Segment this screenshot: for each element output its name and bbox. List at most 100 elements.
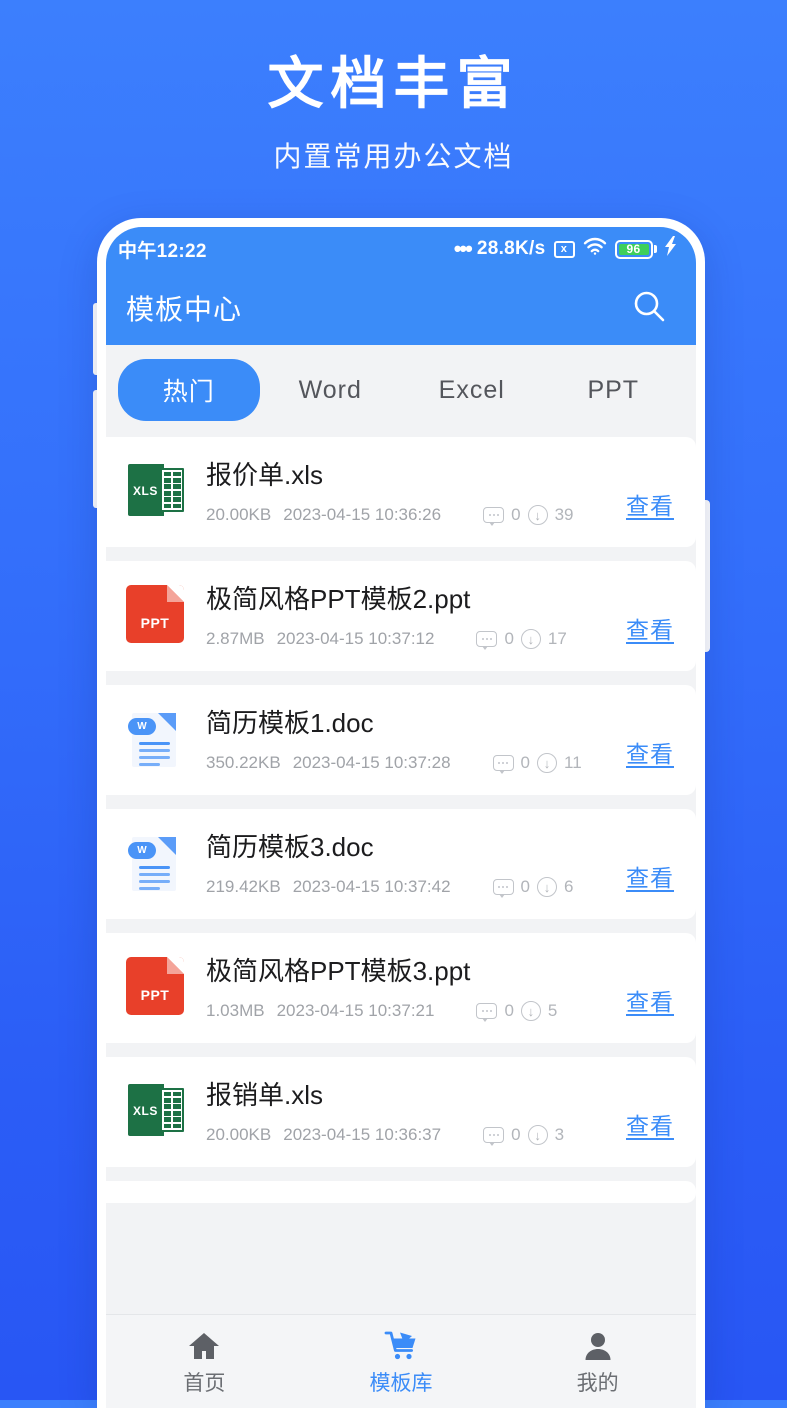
file-info: 简历模板3.doc 219.42KB 2023-04-15 10:37:42 0 … — [206, 831, 592, 898]
download-count: 5 — [547, 1001, 558, 1020]
tab-hot[interactable]: 热门 — [118, 359, 260, 421]
download-icon: ↓ — [527, 1125, 548, 1145]
comment-icon — [483, 1127, 505, 1146]
file-meta: 20.00KB 2023-04-15 10:36:26 0 ↓ 39 — [206, 505, 592, 526]
download-count: 39 — [554, 505, 574, 524]
doc-icon: W — [126, 709, 184, 769]
download-icon: ↓ — [520, 1001, 541, 1021]
comment-icon — [476, 1003, 498, 1022]
doc-icon: W — [126, 833, 184, 893]
file-name: 极简风格PPT模板2.ppt — [206, 584, 471, 614]
doc-icon-label: W — [128, 718, 156, 735]
tab-ppt[interactable]: PPT — [543, 363, 685, 418]
comment-count: 0 — [520, 753, 531, 772]
tab-word[interactable]: Word — [260, 363, 402, 418]
ppt-icon: PPT — [126, 585, 184, 643]
file-name: 极简风格PPT模板3.ppt — [206, 956, 471, 986]
status-bar: 中午12:22 ••• 28.8K/s x 96 — [106, 227, 696, 271]
app-bar-title: 模板中心 — [126, 294, 243, 325]
table-row-partial[interactable] — [106, 1181, 696, 1203]
promo-header: 文档丰富 内置常用办公文档 — [0, 0, 787, 174]
network-speed: 28.8K/s — [476, 238, 546, 259]
nav-item-home[interactable]: 首页 — [106, 1327, 303, 1397]
file-date: 2023-04-15 10:37:12 — [276, 629, 435, 648]
home-icon — [106, 1327, 303, 1365]
nav-item-template-library[interactable]: 模板库 — [303, 1327, 500, 1397]
file-size: 2.87MB — [206, 629, 265, 648]
file-type-icon: XLS — [126, 461, 188, 523]
table-row[interactable]: PPT 极简风格PPT模板2.ppt 2.87MB 2023-04-15 10:3… — [106, 561, 696, 671]
file-type-icon: W — [126, 833, 188, 895]
nav-item-profile[interactable]: 我的 — [499, 1327, 696, 1397]
person-icon — [499, 1327, 696, 1365]
status-bar-time: 中午12:22 — [118, 240, 207, 262]
file-stats: 0 ↓ 5 — [476, 1001, 558, 1022]
view-button[interactable]: 查看 — [626, 487, 674, 525]
nav-label-home: 首页 — [183, 1371, 226, 1395]
comment-count: 0 — [504, 629, 514, 648]
file-size: 20.00KB — [206, 505, 272, 524]
page-title: 文档丰富 — [267, 52, 520, 115]
view-button[interactable]: 查看 — [626, 859, 674, 897]
phone-mockup: 中午12:22 ••• 28.8K/s x 96 模板中心 热门 Word Ex… — [93, 218, 710, 1408]
file-type-icon: W — [126, 709, 188, 771]
phone-frame: 中午12:22 ••• 28.8K/s x 96 模板中心 热门 Word Ex… — [97, 218, 705, 1408]
file-stats: 0 ↓ 39 — [483, 505, 574, 526]
file-stats: 0 ↓ 6 — [492, 877, 574, 898]
network-dots: ••• — [453, 236, 473, 261]
view-button[interactable]: 查看 — [626, 611, 674, 649]
file-meta: 2.87MB 2023-04-15 10:37:12 0 ↓ 17 — [206, 629, 592, 650]
search-icon[interactable] — [630, 287, 668, 330]
download-count: 3 — [554, 1125, 565, 1144]
file-name: 报销单.xls — [206, 1080, 324, 1110]
comment-icon — [483, 507, 505, 526]
file-date: 2023-04-15 10:36:37 — [283, 1125, 442, 1144]
file-name: 报价单.xls — [206, 460, 324, 490]
table-row[interactable]: XLS 报销单.xls 20.00KB 2023-04-15 10:36:37 — [106, 1057, 696, 1167]
view-button[interactable]: 查看 — [626, 983, 674, 1021]
view-button[interactable]: 查看 — [626, 1107, 674, 1145]
comment-icon — [476, 631, 498, 650]
xls-icon-label: XLS — [133, 1104, 158, 1118]
download-count: 6 — [564, 877, 574, 896]
file-date: 2023-04-15 10:37:42 — [292, 877, 451, 896]
file-size: 20.00KB — [206, 1125, 272, 1144]
download-icon: ↓ — [537, 753, 558, 773]
charging-bolt-icon — [665, 236, 678, 262]
file-size: 219.42KB — [206, 877, 281, 896]
page-subtitle: 内置常用办公文档 — [273, 141, 514, 172]
comment-icon — [492, 755, 514, 774]
file-info: 极简风格PPT模板3.ppt 1.03MB 2023-04-15 10:37:21… — [206, 955, 592, 1022]
file-date: 2023-04-15 10:37:21 — [276, 1001, 435, 1020]
download-icon: ↓ — [537, 877, 558, 897]
view-button[interactable]: 查看 — [626, 735, 674, 773]
table-row[interactable]: PPT 极简风格PPT模板3.ppt 1.03MB 2023-04-15 10:3… — [106, 933, 696, 1043]
xls-icon: XLS — [126, 461, 188, 519]
file-size: 350.22KB — [206, 753, 281, 772]
table-row[interactable]: W 简历模板1.doc 350.22KB 2023-04-15 10:37:28 — [106, 685, 696, 795]
file-type-icon: PPT — [126, 957, 188, 1019]
file-info: 简历模板1.doc 350.22KB 2023-04-15 10:37:28 0 … — [206, 707, 592, 774]
ppt-icon-label: PPT — [140, 987, 170, 1003]
file-meta: 350.22KB 2023-04-15 10:37:28 0 ↓ 11 — [206, 753, 592, 774]
file-name: 简历模板1.doc — [206, 708, 374, 738]
file-info: 极简风格PPT模板2.ppt 2.87MB 2023-04-15 10:37:12… — [206, 583, 592, 650]
tab-excel[interactable]: Excel — [401, 363, 543, 418]
comment-count: 0 — [511, 1125, 521, 1144]
comment-count: 0 — [504, 1001, 514, 1020]
file-size-date: 20.00KB 2023-04-15 10:36:37 — [206, 1125, 441, 1145]
download-icon: ↓ — [520, 629, 541, 649]
file-type-icon: XLS — [126, 1081, 188, 1143]
comment-count: 0 — [520, 877, 531, 896]
file-date: 2023-04-15 10:37:28 — [292, 753, 451, 772]
table-row[interactable]: W 简历模板3.doc 219.42KB 2023-04-15 10:37:42 — [106, 809, 696, 919]
cart-icon — [303, 1327, 500, 1365]
table-row[interactable]: XLS 报价单.xls 20.00KB 2023-04-15 10:36:26 — [106, 437, 696, 547]
x-signal-icon: x — [553, 240, 575, 258]
nav-label-profile: 我的 — [576, 1371, 619, 1395]
file-stats: 0 ↓ 17 — [476, 629, 567, 650]
download-count: 11 — [564, 753, 582, 772]
file-info: 报销单.xls 20.00KB 2023-04-15 10:36:37 0 ↓ 3 — [206, 1079, 592, 1146]
comment-count: 0 — [511, 505, 521, 524]
file-size-date: 219.42KB 2023-04-15 10:37:42 — [206, 877, 451, 897]
